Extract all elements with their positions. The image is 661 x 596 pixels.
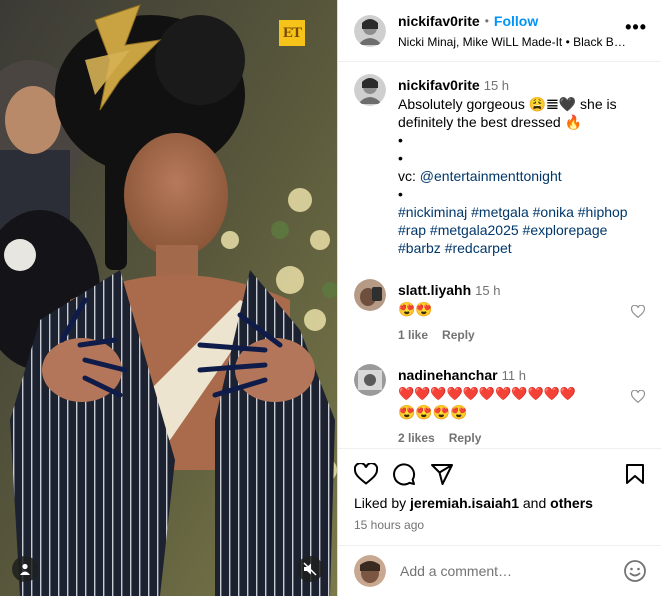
share-button[interactable] [430, 463, 454, 485]
action-icons [354, 457, 645, 491]
liked-by-user[interactable]: jeremiah.isaiah1 [410, 495, 519, 511]
post-details-panel: nickifav0rite • Follow Nicki Minaj, Mike… [337, 0, 661, 596]
comment-avatar[interactable] [354, 279, 386, 311]
comment-username[interactable]: nadinehanchar [398, 367, 498, 383]
caption-bullet-3: • [398, 186, 403, 202]
avatar-image [354, 279, 386, 311]
like-button[interactable] [354, 463, 378, 485]
liked-by-and: and [519, 495, 551, 511]
post-header: nickifav0rite • Follow Nicki Minaj, Mike… [338, 0, 661, 62]
vc-mention-link[interactable]: @entertainmenttonight [420, 168, 562, 184]
comment: nadinehanchar 11 h ❤️❤️❤️❤️❤️❤️❤️❤️❤️❤️❤️… [354, 364, 646, 447]
header-meta: nickifav0rite • Follow Nicki Minaj, Mike… [398, 13, 647, 49]
et-watermark: ET [279, 20, 305, 46]
liked-by-prefix: Liked by [354, 495, 411, 511]
caption-header: nickifav0rite 15 h [398, 76, 645, 95]
comment-like-button[interactable] [630, 389, 646, 408]
comment-like-count[interactable]: 1 like [398, 328, 428, 342]
save-button[interactable] [625, 463, 645, 485]
comment-button[interactable] [392, 462, 416, 486]
tagged-users-button[interactable] [12, 556, 38, 582]
heart-icon [354, 463, 378, 485]
header-row: nickifav0rite • Follow [398, 13, 647, 29]
caption-line-1: Absolutely gorgeous 😩𝌆🖤 she is [398, 96, 617, 112]
follow-button[interactable]: Follow [494, 13, 538, 29]
reply-button[interactable]: Reply [449, 431, 482, 445]
heart-outline-icon [630, 389, 646, 404]
liked-by: Liked by jeremiah.isaiah1 and others [354, 495, 645, 511]
reply-button[interactable]: Reply [442, 328, 475, 342]
avatar-image [354, 364, 386, 396]
comment-body: slatt.liyahh 15 h 😍😍 1 like Reply [398, 281, 645, 344]
comment-actions: 1 like Reply [398, 326, 645, 344]
caption-username[interactable]: nickifav0rite [398, 77, 480, 93]
avatar-image [354, 14, 386, 47]
hashtags-line-2[interactable]: #rap #metgala2025 #explorepage [398, 221, 645, 239]
audio-attribution[interactable]: Nicki Minaj, Mike WiLL Made-It • Black B… [398, 35, 626, 49]
author-username[interactable]: nickifav0rite [398, 13, 480, 29]
comment-header: nadinehanchar 11 h [398, 366, 645, 385]
vc-prefix: vc: [398, 168, 420, 184]
comment-like-button[interactable] [630, 304, 646, 323]
liked-by-others[interactable]: others [550, 495, 593, 511]
comment-time[interactable]: 15 h [475, 283, 500, 298]
mute-button[interactable] [297, 556, 323, 582]
caption-avatar[interactable] [354, 74, 386, 106]
comment-time[interactable]: 11 h [502, 368, 526, 383]
hashtags-line-3[interactable]: #barbz #redcarpet [398, 239, 645, 257]
author-avatar[interactable] [354, 14, 386, 47]
separator-dot: • [484, 13, 489, 28]
paper-plane-icon [431, 464, 453, 485]
comment-input[interactable]: Add a comment… [400, 563, 623, 579]
hashtags-line-1[interactable]: #nickiminaj #metgala #onika #hiphop [398, 203, 645, 221]
caption-body: nickifav0rite 15 h Absolutely gorgeous 😩𝌆… [398, 76, 645, 257]
comment-text-line-1: ❤️❤️❤️❤️❤️❤️❤️❤️❤️❤️❤️ [398, 386, 577, 401]
heart-outline-icon [630, 304, 646, 319]
caption-bullet-2: • [398, 150, 403, 166]
comment-avatar[interactable] [354, 364, 386, 396]
add-comment-bar: Add a comment… [338, 545, 661, 596]
caption-time[interactable]: 15 h [484, 78, 509, 93]
caption-bullet-1: • [398, 132, 403, 148]
bookmark-icon [626, 464, 644, 484]
smiley-icon [624, 560, 646, 582]
avatar-image [354, 555, 386, 587]
comment-body: nadinehanchar 11 h ❤️❤️❤️❤️❤️❤️❤️❤️❤️❤️❤️… [398, 366, 645, 447]
viewer-avatar [354, 555, 386, 587]
caption-vc-line: vc: @entertainmenttonight [398, 167, 645, 185]
comment: slatt.liyahh 15 h 😍😍 1 like Reply [354, 279, 646, 344]
post-actions: Liked by jeremiah.isaiah1 and others 15 … [338, 448, 661, 540]
more-options-button[interactable]: ••• [625, 18, 647, 36]
post-media[interactable]: ET [0, 0, 337, 596]
comments-list[interactable]: nickifav0rite 15 h Absolutely gorgeous 😩𝌆… [338, 62, 661, 448]
emoji-button[interactable] [623, 559, 647, 583]
caption-line-2: definitely the best dressed 🔥 [398, 114, 582, 130]
speaker-muted-icon [303, 562, 317, 576]
comment-header: slatt.liyahh 15 h [398, 281, 645, 300]
comment-username[interactable]: slatt.liyahh [398, 282, 471, 298]
comment-like-count[interactable]: 2 likes [398, 431, 435, 445]
post-photo [0, 0, 337, 596]
caption: nickifav0rite 15 h Absolutely gorgeous 😩𝌆… [354, 74, 645, 257]
comment-text: 😍😍 [398, 301, 433, 317]
comment-bubble-icon [393, 463, 416, 486]
post-timestamp[interactable]: 15 hours ago [354, 518, 645, 532]
post-dialog: ET nickifav0rite • Follow Nicki Minaj, M… [0, 0, 661, 596]
comment-actions: 2 likes Reply [398, 429, 645, 447]
avatar-image [354, 74, 386, 106]
comment-text-line-2: 😍😍😍😍 [398, 404, 468, 420]
person-icon [20, 563, 30, 575]
